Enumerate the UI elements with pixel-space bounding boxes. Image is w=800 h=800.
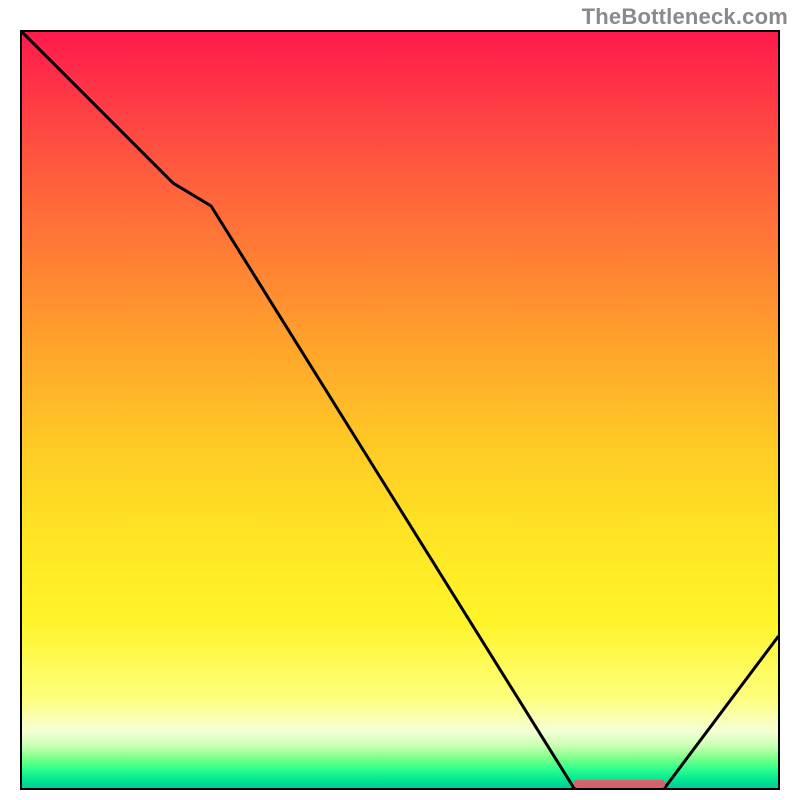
- curve-path: [22, 32, 778, 788]
- chart-root: TheBottleneck.com: [0, 0, 800, 800]
- chart-frame: [20, 30, 780, 790]
- attribution-text: TheBottleneck.com: [582, 4, 788, 30]
- optimum-marker: [574, 780, 665, 788]
- line-curve: [22, 32, 778, 788]
